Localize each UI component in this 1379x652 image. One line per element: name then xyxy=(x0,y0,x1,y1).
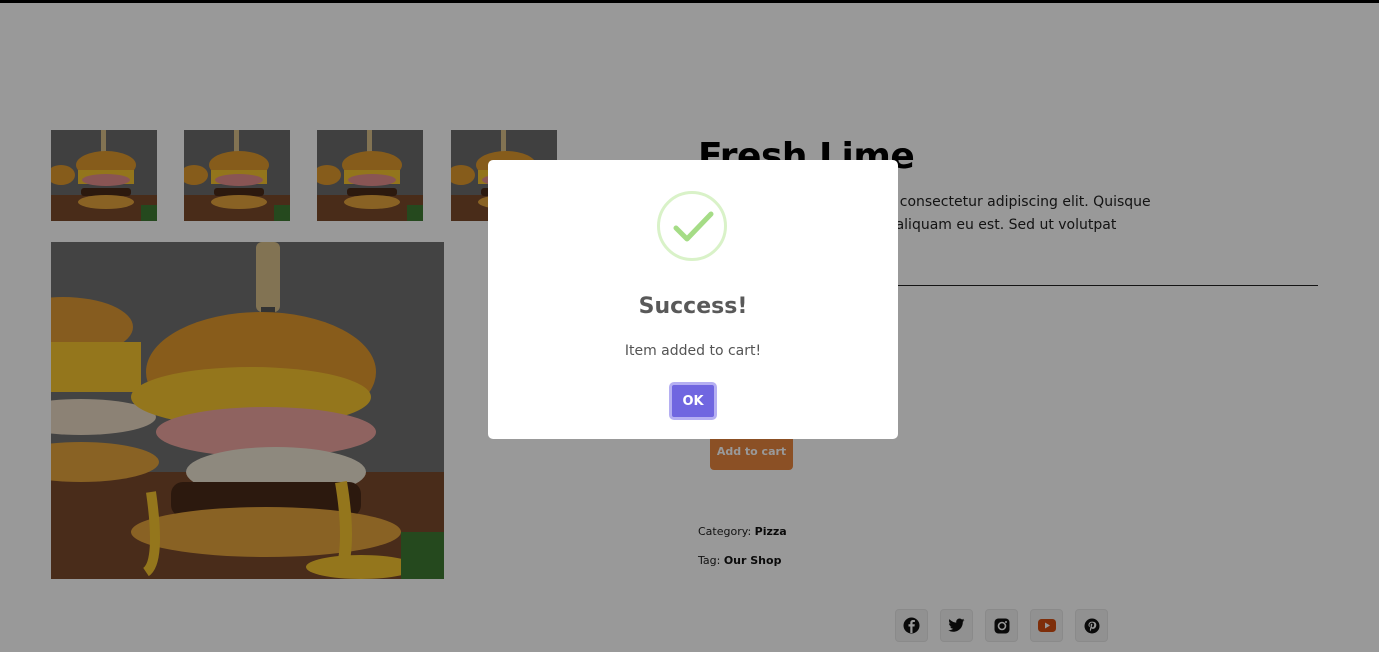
success-dialog: Success! Item added to cart! OK xyxy=(488,160,898,439)
success-check-icon xyxy=(657,191,727,261)
dialog-title: Success! xyxy=(638,294,748,319)
ok-button[interactable]: OK xyxy=(669,382,717,420)
dialog-message: Item added to cart! xyxy=(624,343,762,359)
